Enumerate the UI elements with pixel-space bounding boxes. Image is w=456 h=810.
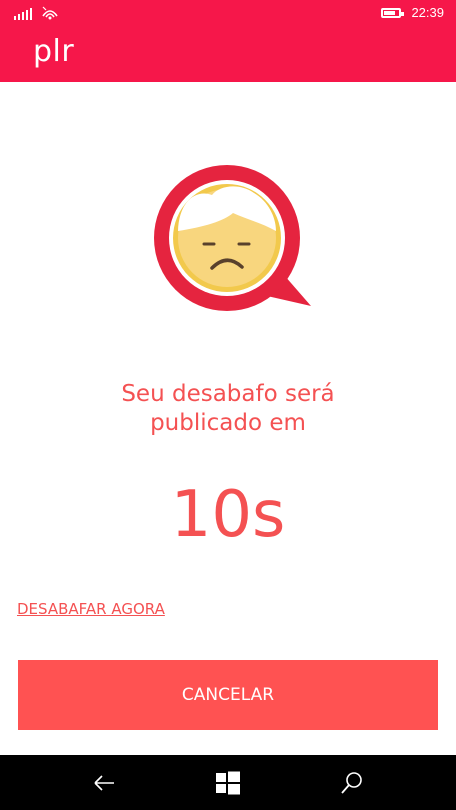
- post-now-link[interactable]: DESABAFAR AGORA: [17, 600, 165, 618]
- headline: Seu desabafo será publicado em: [0, 380, 456, 438]
- status-left: [14, 6, 58, 20]
- clock: 22:39: [411, 5, 444, 20]
- countdown-timer: 10s: [170, 478, 286, 552]
- windows-logo-icon[interactable]: [215, 770, 241, 796]
- headline-line1: Seu desabafo será: [121, 381, 335, 407]
- app-header: plr: [0, 28, 456, 82]
- sad-face-speech-bubble-icon: [144, 165, 314, 315]
- cancel-button[interactable]: CANCELAR: [18, 660, 438, 730]
- status-bar: 22:39: [0, 0, 456, 28]
- app-title: plr: [33, 34, 75, 69]
- headline-line2: publicado em: [150, 410, 306, 436]
- battery-charging-icon: [381, 7, 405, 18]
- signal-strength-icon: [14, 8, 32, 20]
- search-icon[interactable]: [339, 770, 365, 796]
- wifi-icon: [42, 6, 58, 20]
- system-nav-bar: [0, 755, 456, 810]
- status-right: 22:39: [381, 5, 444, 20]
- back-arrow-icon[interactable]: [91, 770, 117, 796]
